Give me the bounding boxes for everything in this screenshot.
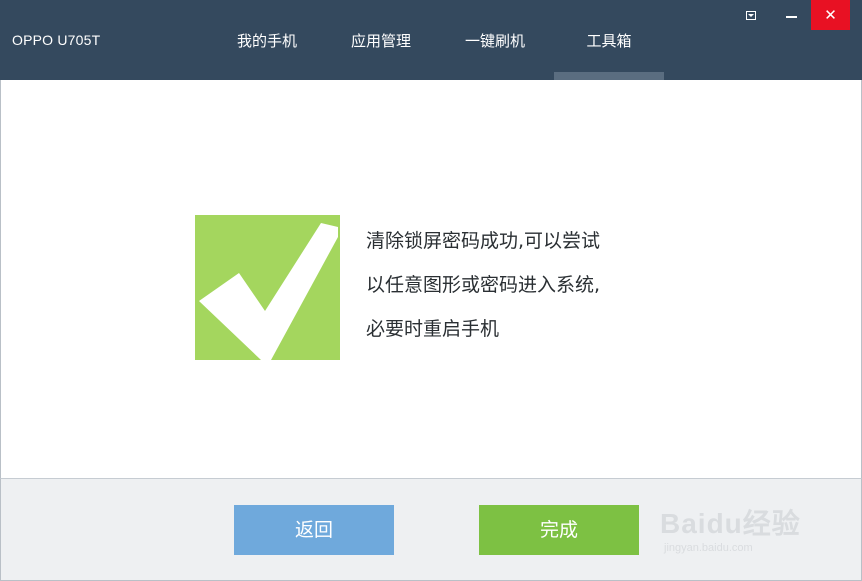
- menu-dropdown-button[interactable]: [732, 0, 770, 30]
- checkmark-icon-graphic: [199, 223, 338, 360]
- active-tab-indicator: [554, 72, 664, 80]
- tab-app-management[interactable]: 应用管理: [336, 0, 426, 80]
- device-name: OPPO U705T: [12, 32, 101, 48]
- title-bar: OPPO U705T 我的手机 应用管理 一键刷机 工具箱 ✕: [0, 0, 862, 80]
- close-button[interactable]: ✕: [811, 0, 850, 30]
- tab-my-phone[interactable]: 我的手机: [222, 0, 312, 80]
- checkmark-icon: [195, 215, 340, 360]
- tab-label: 应用管理: [350, 32, 411, 50]
- message-line-1: 清除锁屏密码成功,可以尝试: [366, 230, 601, 252]
- tab-one-click-flash[interactable]: 一键刷机: [450, 0, 540, 80]
- close-icon: ✕: [824, 6, 837, 24]
- tab-toolbox[interactable]: 工具箱: [554, 0, 664, 80]
- minimize-icon: [785, 16, 797, 18]
- tab-label: 工具箱: [586, 32, 632, 50]
- baidu-watermark: Baidu经验 jingyan.baidu.com: [660, 486, 830, 566]
- dropdown-icon: [746, 10, 756, 20]
- tab-label: 一键刷机: [464, 32, 525, 50]
- watermark-brand: Baidu经验: [660, 508, 801, 539]
- back-button[interactable]: 返回: [234, 505, 394, 555]
- watermark-url: jingyan.baidu.com: [664, 542, 753, 554]
- done-button[interactable]: 完成: [479, 505, 639, 555]
- minimize-button[interactable]: [772, 0, 810, 30]
- tab-label: 我的手机: [236, 32, 297, 50]
- message-line-3: 必要时重启手机: [366, 318, 500, 340]
- message-line-2: 以任意图形或密码进入系统,: [366, 274, 601, 296]
